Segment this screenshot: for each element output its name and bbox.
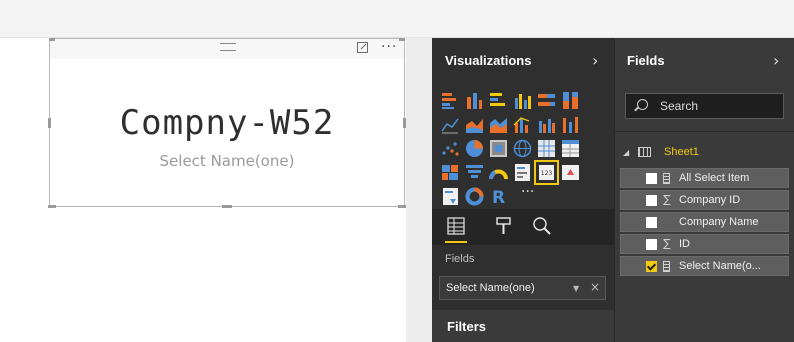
fields-search-input[interactable]: Search (625, 93, 784, 119)
card-value: Compny-W52 (119, 103, 335, 143)
resize-handle-bottom[interactable] (222, 205, 232, 208)
100-stacked-column-chart-icon[interactable] (563, 92, 578, 109)
resize-handle-top-left[interactable] (49, 38, 55, 41)
svg-text:R: R (492, 188, 505, 206)
fields-pane: Fields › Search ◢ Sheet1 All Select Item… (614, 38, 794, 342)
globe-map-icon[interactable] (513, 139, 532, 158)
table-name: Sheet1 (664, 146, 699, 158)
remove-field-icon[interactable]: × (590, 280, 600, 294)
line-and-clustered-column-icon[interactable] (539, 119, 555, 133)
stacked-column-chart-icon[interactable] (467, 93, 482, 109)
collapse-visualizations-icon[interactable]: › (592, 51, 598, 70)
donut-chart-icon[interactable] (490, 140, 507, 157)
svg-text:123: 123 (541, 170, 553, 177)
resize-handle-bottom-left[interactable] (48, 205, 56, 208)
calculator-icon (663, 173, 670, 184)
field-checkbox[interactable] (646, 173, 657, 184)
field-name: Company ID (679, 194, 741, 206)
field-well-item[interactable]: Select Name(one) ▼ × (439, 276, 606, 300)
calculator-icon (663, 261, 670, 272)
field-item-all-select-item[interactable]: All Select Item (620, 168, 789, 188)
filled-map-icon[interactable] (442, 165, 458, 180)
field-name: All Select Item (679, 172, 750, 184)
sigma-icon: ∑ (663, 237, 671, 250)
field-checkbox[interactable] (646, 239, 657, 250)
field-well-value: Select Name(one) (446, 282, 535, 294)
visualizations-title: Visualizations (445, 53, 532, 68)
line-and-stacked-column-icon[interactable] (513, 117, 530, 133)
divider (615, 131, 794, 132)
kpi-icon[interactable] (562, 165, 579, 180)
field-item-select-name[interactable]: Select Name(o... (620, 256, 789, 276)
gauge-icon[interactable] (489, 169, 508, 180)
fields-title: Fields (627, 53, 665, 68)
field-checkbox-checked[interactable] (646, 261, 657, 272)
stacked-bar-chart-icon[interactable] (442, 93, 456, 109)
table-icon (638, 147, 651, 157)
r-script-visual-icon[interactable]: R (492, 188, 505, 206)
resize-handle-bottom-right[interactable] (398, 205, 406, 208)
visualizations-tabs (432, 209, 614, 245)
canvas-gutter (406, 38, 432, 342)
sigma-icon: ∑ (663, 193, 671, 206)
chevron-down-icon[interactable]: ▼ (573, 284, 579, 293)
focus-mode-icon[interactable] (357, 42, 368, 53)
analytics-magnifier-icon[interactable] (531, 215, 553, 237)
card-category-label: Select Name(one) (159, 152, 295, 170)
more-visuals-icon[interactable]: ··· (521, 184, 534, 200)
search-placeholder: Search (660, 99, 699, 113)
visualizations-pane: Visualizations › 123 R ··· Fields Select… (432, 38, 614, 342)
filters-section[interactable]: Filters (432, 310, 614, 342)
more-options-icon[interactable]: ··· (381, 39, 397, 55)
scatter-chart-icon[interactable] (442, 142, 459, 156)
clustered-column-chart-icon[interactable] (515, 94, 531, 109)
expand-caret-icon[interactable]: ◢ (623, 148, 629, 157)
drag-grip-icon[interactable] (220, 43, 236, 51)
field-wells-label: Fields (445, 253, 475, 265)
resize-handle-top-right[interactable] (399, 38, 405, 41)
field-name: Company Name (679, 216, 759, 228)
field-name: Select Name(o... (679, 260, 761, 272)
active-tab-indicator (445, 241, 467, 243)
waterfall-donut-icon[interactable] (465, 187, 484, 206)
100-stacked-bar-chart-icon[interactable] (538, 94, 555, 106)
resize-handle-right[interactable] (403, 118, 406, 128)
table-visual-icon[interactable] (562, 140, 579, 157)
slicer-icon[interactable] (443, 188, 458, 205)
field-item-company-name[interactable]: Company Name (620, 212, 789, 232)
filters-title: Filters (447, 319, 487, 334)
stacked-area-chart-icon[interactable] (490, 118, 507, 133)
field-item-company-id[interactable]: ∑ Company ID (620, 190, 789, 210)
area-chart-icon[interactable] (466, 119, 483, 133)
resize-handle-left[interactable] (48, 118, 51, 128)
matrix-table-icon[interactable] (538, 140, 555, 157)
top-ribbon-area (0, 0, 794, 38)
field-checkbox[interactable] (646, 195, 657, 206)
line-chart-icon[interactable] (441, 118, 459, 134)
multi-row-card-icon[interactable] (515, 164, 530, 181)
clustered-bar-chart-icon[interactable] (490, 93, 505, 106)
field-item-id[interactable]: ∑ ID (620, 234, 789, 254)
fields-tab-icon[interactable] (445, 215, 467, 237)
field-name: ID (679, 238, 690, 250)
search-icon (637, 99, 648, 110)
ribbon-chart-icon[interactable] (563, 117, 578, 133)
pie-chart-icon[interactable] (466, 140, 483, 157)
collapse-fields-icon[interactable]: › (773, 51, 779, 70)
card-visual-icon[interactable]: 123 (534, 160, 559, 185)
format-paint-roller-icon[interactable] (493, 215, 515, 237)
field-checkbox[interactable] (646, 217, 657, 228)
card-visual[interactable]: ··· Compny-W52 Select Name(one) (48, 38, 406, 208)
funnel-chart-icon[interactable] (466, 165, 483, 178)
